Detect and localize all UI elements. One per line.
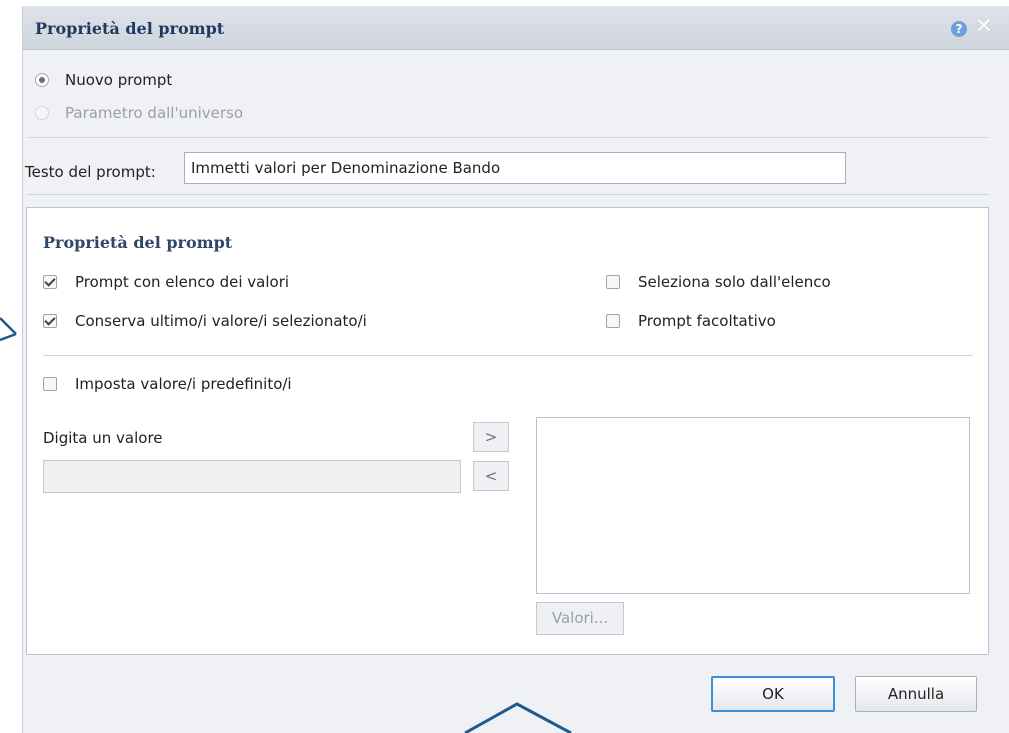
properties-panel: Proprietà del prompt Prompt con elenco d… [26,207,989,655]
help-icon[interactable]: ? [951,21,967,37]
cancel-button[interactable]: Annulla [855,676,977,712]
radio-new-prompt-label: Nuovo prompt [65,71,173,89]
radio-universe-parameter[interactable]: Parametro dall'universo [35,104,243,122]
checkbox-keep-last-values[interactable]: Conserva ultimo/i valore/i selezionato/i [43,312,367,330]
divider [27,194,989,195]
checkbox-default-values-box[interactable] [43,377,57,391]
type-value-label: Digita un valore [43,429,163,447]
add-value-button[interactable]: > [473,422,509,452]
properties-section-title: Proprietà del prompt [43,233,233,252]
checkbox-keep-last-values-box[interactable] [43,314,57,328]
divider [27,137,989,138]
checkbox-select-only-from-list[interactable]: Seleziona solo dall'elenco [606,273,831,291]
checkbox-lov-prompt-box[interactable] [43,275,57,289]
dialog-title: Proprietà del prompt [35,19,225,38]
checkbox-keep-last-values-label: Conserva ultimo/i valore/i selezionato/i [75,312,367,330]
type-value-input[interactable] [43,460,461,493]
prompt-text-label: Testo del prompt: [25,163,156,181]
checkbox-lov-prompt-label: Prompt con elenco dei valori [75,273,290,291]
radio-new-prompt-indicator[interactable] [35,73,49,87]
checkbox-optional-prompt-box[interactable] [606,314,620,328]
checkbox-default-values[interactable]: Imposta valore/i predefinito/i [43,375,292,393]
radio-new-prompt[interactable]: Nuovo prompt [35,71,172,89]
checkbox-default-values-label: Imposta valore/i predefinito/i [75,375,292,393]
checkbox-select-only-from-list-label: Seleziona solo dall'elenco [638,273,831,291]
checkbox-optional-prompt-label: Prompt facoltativo [638,312,776,330]
checkbox-lov-prompt[interactable]: Prompt con elenco dei valori [43,273,289,291]
remove-value-button[interactable]: < [473,461,509,491]
radio-universe-parameter-indicator[interactable] [35,106,49,120]
dialog-titlebar: Proprietà del prompt ? ✕ [23,6,1009,50]
selected-values-list[interactable] [536,417,970,594]
checkbox-select-only-from-list-box[interactable] [606,275,620,289]
close-icon[interactable]: ✕ [975,16,993,38]
checkbox-optional-prompt[interactable]: Prompt facoltativo [606,312,776,330]
prompt-properties-dialog: Proprietà del prompt ? ✕ Nuovo prompt Pa… [22,6,1009,733]
radio-universe-parameter-label: Parametro dall'universo [65,104,244,122]
values-button[interactable]: Valori... [536,602,624,635]
panel-divider [43,355,973,356]
ok-button[interactable]: OK [711,676,835,712]
prompt-text-input[interactable] [184,152,846,184]
